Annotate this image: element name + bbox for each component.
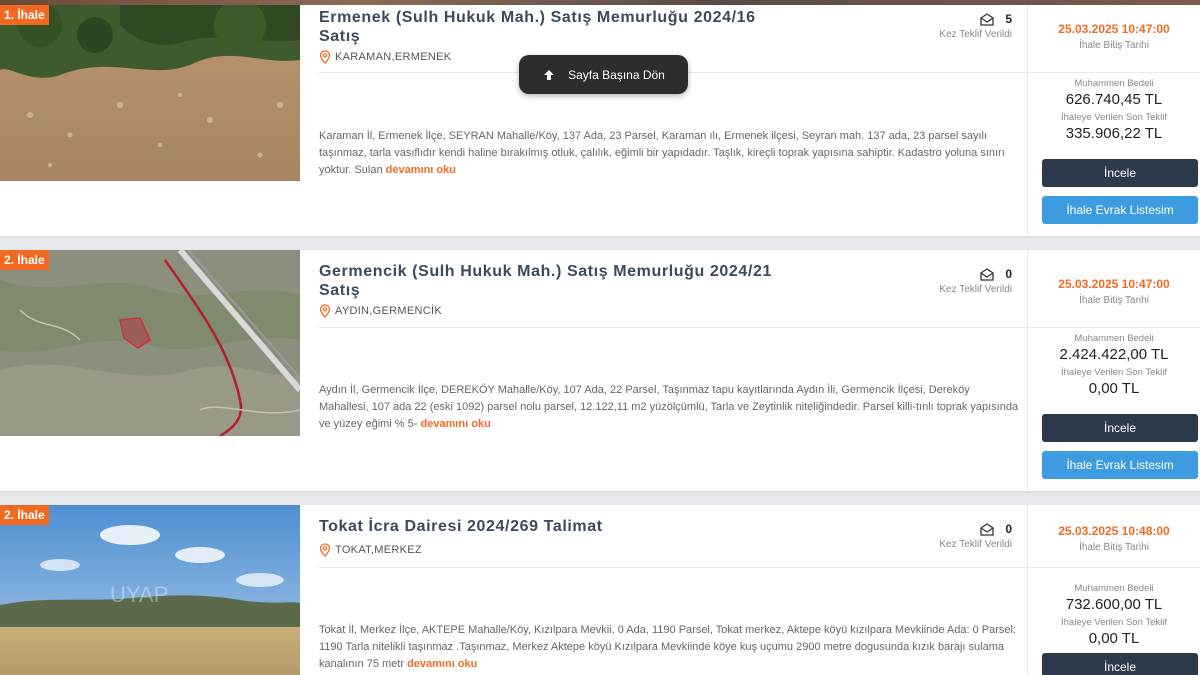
estimate-label: Muhammen Bedeli — [1074, 78, 1154, 89]
read-more-link[interactable]: devamını oku — [386, 164, 456, 176]
estimate-value: 2.424.422,00 TL — [1059, 346, 1169, 363]
estimate-value: 626.740,45 TL — [1065, 91, 1163, 108]
last-offer-label: İhaleye Verilen Son Teklif — [1061, 617, 1167, 628]
listing-card-3: UYAP 2. İhale Tokat İcra Dairesi 2024/26… — [0, 505, 1200, 675]
offer-info: 0 Kez Teklif Verildi — [892, 522, 1012, 550]
envelope-gavel-icon — [980, 13, 994, 26]
divider — [319, 567, 1026, 568]
rank-badge: 1. İhale — [0, 5, 49, 25]
last-offer-value: 0,00 TL — [1088, 630, 1140, 647]
end-date-label: İhale Bitiş Tarihi — [1079, 40, 1149, 51]
back-to-top-button[interactable]: Sayfa Başına Dön — [519, 55, 688, 94]
offer-label: Kez Teklif Verildi — [939, 539, 1012, 550]
listing-image-3[interactable]: UYAP 2. İhale — [0, 505, 300, 675]
divider — [1028, 567, 1200, 568]
divider — [1028, 327, 1200, 328]
envelope-gavel-icon — [980, 523, 994, 536]
listing-title[interactable]: Tokat İcra Dairesi 2024/269 Talimat — [319, 517, 799, 536]
listing-title[interactable]: Germencik (Sulh Hukuk Mah.) Satış Memurl… — [319, 262, 799, 300]
envelope-gavel-icon — [980, 268, 994, 281]
listing-card-2: 2. İhale Germencik (Sulh Hukuk Mah.) Sat… — [0, 250, 1200, 491]
divider — [319, 327, 1026, 328]
offer-label: Kez Teklif Verildi — [939, 284, 1012, 295]
offer-info: 5 Kez Teklif Verildi — [892, 12, 1012, 40]
estimate-label: Muhammen Bedeli — [1074, 333, 1154, 344]
inspect-button[interactable]: İncele — [1042, 414, 1198, 442]
last-offer-label: İhaleye Verilen Son Teklif — [1061, 367, 1167, 378]
offer-label: Kez Teklif Verildi — [939, 29, 1012, 40]
end-date-label: İhale Bitiş Tarihi — [1079, 295, 1149, 306]
listing-sidebar: 25.03.2025 10:47:00 İhale Bitiş Tarihi M… — [1027, 250, 1200, 491]
location-pin-icon — [319, 543, 331, 557]
documents-button[interactable]: İhale Evrak Listesim — [1042, 196, 1198, 224]
offer-count: 0 — [1005, 522, 1012, 536]
location-text: KARAMAN,ERMENEK — [335, 51, 452, 63]
listing-card-1: 1. İhale Ermenek (Sulh Hukuk Mah.) Satış… — [0, 5, 1200, 236]
last-offer-value: 0,00 TL — [1088, 380, 1140, 397]
location-pin-icon — [319, 50, 331, 64]
listing-location: TOKAT,MERKEZ — [319, 543, 422, 557]
listing-location: AYDIN,GERMENCİK — [319, 304, 442, 318]
read-more-link[interactable]: devamını oku — [421, 418, 491, 430]
back-to-top-label: Sayfa Başına Dön — [568, 67, 665, 82]
listing-sidebar: 25.03.2025 10:47:00 İhale Bitiş Tarihi M… — [1027, 5, 1200, 236]
listing-location: KARAMAN,ERMENEK — [319, 50, 451, 64]
estimate-label: Muhammen Bedeli — [1074, 583, 1154, 594]
offer-count: 5 — [1005, 12, 1012, 26]
listing-sidebar: 25.03.2025 10:48:00 İhale Bitiş Tarihi M… — [1027, 505, 1200, 675]
listing-description: Aydın İl, Germencik İlçe, DEREKÖY Mahall… — [319, 382, 1019, 433]
arrow-up-icon — [544, 69, 555, 80]
divider — [1028, 72, 1200, 73]
last-offer-value: 335.906,22 TL — [1065, 125, 1163, 142]
offer-count: 0 — [1005, 267, 1012, 281]
listing-description: Tokat İl, Merkez İlçe, AKTEPE Mahalle/Kö… — [319, 622, 1019, 673]
inspect-button[interactable]: İncele — [1042, 653, 1198, 675]
listing-description: Karaman İl, Ermenek İlçe, SEYRAN Mahalle… — [319, 128, 1019, 179]
uyap-watermark: UYAP — [110, 582, 168, 607]
rank-badge: 2. İhale — [0, 505, 49, 525]
listing-image-2[interactable]: 2. İhale — [0, 250, 300, 436]
offer-info: 0 Kez Teklif Verildi — [892, 267, 1012, 295]
inspect-button[interactable]: İncele — [1042, 159, 1198, 187]
last-offer-label: İhaleye Verilen Son Teklif — [1061, 112, 1167, 123]
end-date: 25.03.2025 10:47:00 — [1058, 22, 1170, 36]
listing-image-1[interactable]: 1. İhale — [0, 5, 300, 181]
read-more-link[interactable]: devamını oku — [407, 658, 477, 670]
location-pin-icon — [319, 304, 331, 318]
estimate-value: 732.600,00 TL — [1065, 596, 1163, 613]
listing-title[interactable]: Ermenek (Sulh Hukuk Mah.) Satış Memurluğ… — [319, 8, 799, 46]
rank-badge: 2. İhale — [0, 250, 49, 270]
end-date-label: İhale Bitiş Tarihi — [1079, 542, 1149, 553]
location-text: TOKAT,MERKEZ — [335, 544, 422, 556]
location-text: AYDIN,GERMENCİK — [335, 305, 442, 317]
end-date: 25.03.2025 10:48:00 — [1058, 524, 1170, 538]
documents-button[interactable]: İhale Evrak Listesim — [1042, 451, 1198, 479]
end-date: 25.03.2025 10:47:00 — [1058, 277, 1170, 291]
